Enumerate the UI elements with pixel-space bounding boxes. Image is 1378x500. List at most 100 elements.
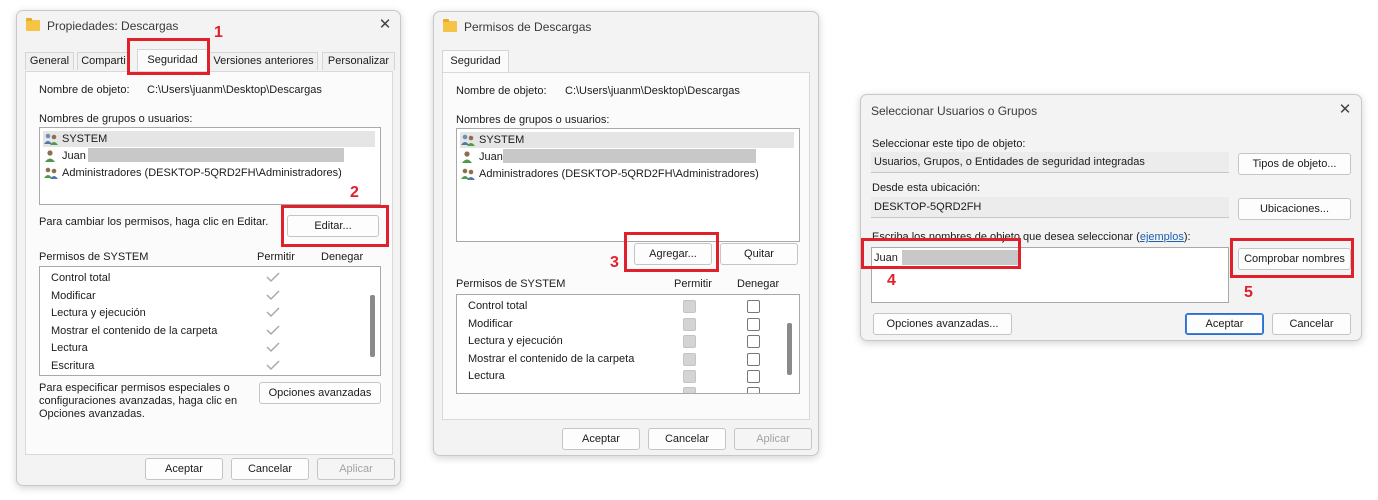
list-item[interactable]: SYSTEM bbox=[460, 132, 794, 148]
deny-checkbox[interactable] bbox=[747, 353, 760, 366]
user-icon bbox=[45, 150, 55, 162]
list-item[interactable]: Administradores (DESKTOP-5QRD2FH\Adminis… bbox=[43, 165, 375, 181]
cancel-button[interactable]: Cancelar bbox=[231, 458, 309, 480]
checkmark-icon bbox=[266, 307, 280, 318]
special-permissions-text: Opciones avanzadas. bbox=[39, 408, 145, 420]
ok-button[interactable]: Aceptar bbox=[145, 458, 223, 480]
dialog-title: Propiedades: Descargas bbox=[47, 19, 179, 33]
object-type-value: Usuarios, Grupos, o Entidades de segurid… bbox=[874, 156, 1145, 168]
callout-number: 4 bbox=[887, 272, 896, 289]
permissions-list: Control total Modificar Lectura y ejecuc… bbox=[39, 266, 381, 376]
allow-checkbox[interactable] bbox=[683, 318, 696, 331]
change-permissions-text: Para cambiar los permisos, haga clic en … bbox=[39, 216, 269, 228]
permission-row: Control total bbox=[468, 300, 528, 312]
permissions-label: Permisos de SYSTEM bbox=[456, 278, 566, 290]
tab-seguridad[interactable]: Seguridad bbox=[442, 50, 509, 72]
folder-icon bbox=[443, 19, 457, 32]
examples-link[interactable]: ejemplos bbox=[1140, 231, 1184, 243]
deny-checkbox[interactable] bbox=[747, 387, 760, 393]
users-list[interactable]: SYSTEM Juan Administradores (DESKTOP-5QR… bbox=[39, 127, 381, 205]
scrollbar[interactable] bbox=[787, 323, 792, 375]
list-item[interactable]: Administradores (DESKTOP-5QRD2FH\Adminis… bbox=[460, 166, 794, 182]
properties-dialog: Propiedades: Descargas ✕ General Compart… bbox=[16, 10, 401, 486]
deny-column-header: Denegar bbox=[321, 251, 364, 263]
select-users-dialog: Seleccionar Usuarios o Grupos ✕ Seleccio… bbox=[860, 94, 1362, 341]
callout-number: 2 bbox=[350, 184, 359, 201]
location-label: Desde esta ubicación: bbox=[872, 182, 981, 194]
permission-row: Lectura bbox=[468, 370, 505, 382]
special-permissions-text: configuraciones avanzadas, haga clic en bbox=[39, 395, 238, 407]
folder-icon bbox=[26, 18, 40, 31]
allow-checkbox[interactable] bbox=[683, 370, 696, 383]
object-types-button[interactable]: Tipos de objeto... bbox=[1238, 153, 1351, 175]
remove-button[interactable]: Quitar bbox=[720, 243, 798, 265]
users-group-icon bbox=[461, 168, 475, 180]
dialog-title: Permisos de Descargas bbox=[464, 20, 592, 34]
deny-column-header: Denegar bbox=[737, 278, 780, 290]
apply-button[interactable]: Aplicar bbox=[317, 458, 395, 480]
list-item[interactable]: Juan bbox=[43, 148, 375, 164]
ok-button[interactable]: Aceptar bbox=[1185, 313, 1264, 335]
redacted-block bbox=[88, 148, 344, 162]
allow-checkbox[interactable] bbox=[683, 335, 696, 348]
permission-row: Lectura y ejecución bbox=[51, 307, 146, 319]
close-icon[interactable]: ✕ bbox=[1335, 100, 1355, 120]
tab-versiones-anteriores[interactable]: Versiones anteriores bbox=[209, 52, 318, 70]
allow-column-header: Permitir bbox=[257, 251, 295, 263]
users-list[interactable]: SYSTEM Juan Administradores (DESKTOP-5QR… bbox=[456, 128, 800, 242]
tab-strip: Seguridad bbox=[442, 50, 542, 73]
deny-checkbox[interactable] bbox=[747, 370, 760, 383]
object-name-label: Nombre de objeto: bbox=[456, 85, 547, 97]
tab-general[interactable]: General bbox=[25, 52, 74, 70]
deny-checkbox[interactable] bbox=[747, 335, 760, 348]
scrollbar[interactable] bbox=[370, 295, 375, 357]
ok-button[interactable]: Aceptar bbox=[562, 428, 640, 450]
cancel-button[interactable]: Cancelar bbox=[1272, 313, 1351, 335]
user-icon bbox=[462, 151, 472, 163]
location-field: DESKTOP-5QRD2FH bbox=[871, 197, 1229, 218]
users-group-icon bbox=[44, 133, 58, 145]
tab-personalizar[interactable]: Personalizar bbox=[322, 52, 395, 70]
user-name: Juan bbox=[62, 150, 86, 162]
close-icon[interactable]: ✕ bbox=[375, 15, 395, 35]
advanced-options-button[interactable]: Opciones avanzadas... bbox=[873, 313, 1012, 335]
advanced-options-button[interactable]: Opciones avanzadas bbox=[259, 382, 381, 404]
redacted-block bbox=[503, 149, 756, 163]
checkmark-icon bbox=[266, 272, 280, 283]
user-name: Administradores (DESKTOP-5QRD2FH\Adminis… bbox=[62, 167, 342, 179]
title-bar: Permisos de Descargas bbox=[434, 12, 818, 42]
permission-row: Lectura y ejecución bbox=[468, 335, 563, 347]
permission-row: Mostrar el contenido de la carpeta bbox=[51, 325, 218, 337]
permission-row: Control total bbox=[51, 272, 111, 284]
apply-button[interactable]: Aplicar bbox=[734, 428, 812, 450]
allow-checkbox[interactable] bbox=[683, 353, 696, 366]
groups-label: Nombres de grupos o usuarios: bbox=[456, 114, 610, 126]
user-name: Administradores (DESKTOP-5QRD2FH\Adminis… bbox=[479, 168, 759, 180]
callout-box-add-button bbox=[624, 232, 719, 272]
users-group-icon bbox=[44, 167, 58, 179]
tab-compartir[interactable]: Comparti bbox=[77, 52, 130, 70]
checkmark-icon bbox=[266, 325, 280, 336]
list-item[interactable]: Juan bbox=[460, 149, 794, 165]
object-name-value: C:\Users\juanm\Desktop\Descargas bbox=[147, 84, 322, 96]
deny-checkbox[interactable] bbox=[747, 300, 760, 313]
callout-box-names-input bbox=[861, 238, 1021, 269]
object-name-value: C:\Users\juanm\Desktop\Descargas bbox=[565, 85, 740, 97]
allow-column-header: Permitir bbox=[674, 278, 712, 290]
groups-label: Nombres de grupos o usuarios: bbox=[39, 113, 193, 125]
locations-button[interactable]: Ubicaciones... bbox=[1238, 198, 1351, 220]
callout-number: 1 bbox=[214, 24, 223, 41]
title-bar: Seleccionar Usuarios o Grupos ✕ bbox=[861, 95, 1361, 125]
list-item[interactable]: SYSTEM bbox=[43, 131, 375, 147]
deny-checkbox[interactable] bbox=[747, 318, 760, 331]
names-label-end: ): bbox=[1183, 231, 1191, 243]
users-group-icon bbox=[461, 134, 475, 146]
object-name-label: Nombre de objeto: bbox=[39, 84, 130, 96]
special-permissions-text: Para especificar permisos especiales o bbox=[39, 382, 230, 394]
object-type-label: Seleccionar este tipo de objeto: bbox=[872, 138, 1026, 150]
allow-checkbox[interactable] bbox=[683, 300, 696, 313]
callout-number: 3 bbox=[610, 254, 619, 271]
callout-number: 5 bbox=[1244, 284, 1253, 301]
cancel-button[interactable]: Cancelar bbox=[648, 428, 726, 450]
allow-checkbox[interactable] bbox=[683, 387, 696, 393]
